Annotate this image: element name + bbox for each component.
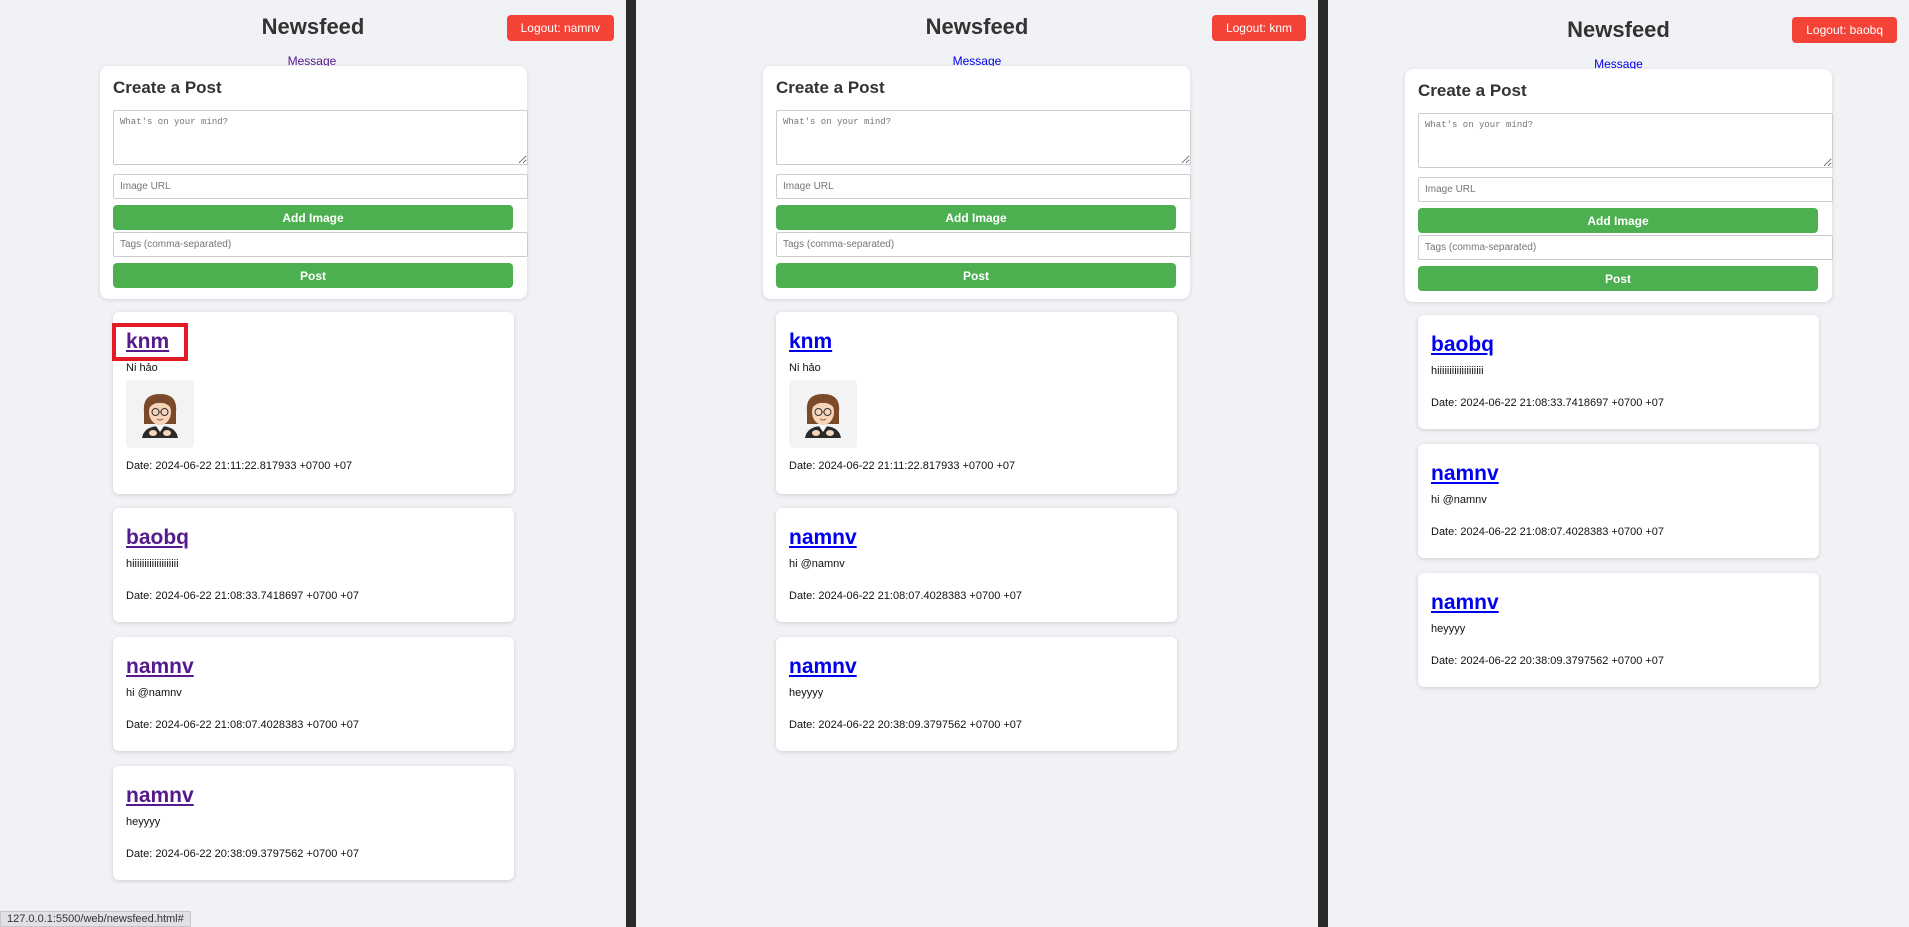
post-date: Date: 2024-06-22 21:08:07.4028383 +0700 … (789, 590, 1023, 602)
browser-pane-2: Newsfeed Logout: knm Message Create a Po… (636, 0, 1318, 927)
create-post-heading: Create a Post (776, 78, 885, 97)
post-date: Date: 2024-06-22 21:08:07.4028383 +0700 … (1431, 526, 1665, 538)
header: Newsfeed Logout: namnv (0, 0, 626, 52)
post-button[interactable]: Post (113, 263, 513, 288)
post-content: hiiiiiiiiiiiiiiiiiii (126, 558, 179, 570)
create-post-card: Create a Post Add Image Post (1405, 69, 1833, 302)
post-date: Date: 2024-06-22 21:11:22.817933 +0700 +… (789, 460, 1016, 472)
post-card: namnv heyyyy Date: 2024-06-22 20:38:09.3… (776, 637, 1177, 751)
tags-input[interactable] (1418, 235, 1833, 260)
post-content: hi @namnv (789, 558, 845, 570)
post-date: Date: 2024-06-22 20:38:09.3797562 +0700 … (1431, 655, 1665, 667)
status-bar-url: 127.0.0.1:5500/web/newsfeed.html# (0, 911, 191, 927)
avatar-illustration-icon (805, 394, 841, 438)
image-url-input[interactable] (1418, 177, 1833, 202)
pane-divider[interactable] (626, 0, 636, 927)
post-card: namnv heyyyy Date: 2024-06-22 20:38:09.3… (113, 766, 514, 880)
create-post-card: Create a Post Add Image Post (100, 66, 528, 299)
post-image (789, 380, 857, 448)
post-date: Date: 2024-06-22 20:38:09.3797562 +0700 … (126, 848, 360, 860)
browser-pane-1: Newsfeed Logout: namnv Message Create a … (0, 0, 626, 927)
post-date: Date: 2024-06-22 21:11:22.817933 +0700 +… (126, 460, 353, 472)
post-author-link[interactable]: namnv (1431, 462, 1499, 486)
post-image (126, 380, 194, 448)
post-content-input[interactable] (776, 110, 1191, 165)
post-content: heyyyy (1431, 623, 1466, 635)
post-content: hi @namnv (126, 687, 182, 699)
post-author-link[interactable]: namnv (126, 784, 194, 808)
add-image-button[interactable]: Add Image (1418, 208, 1818, 233)
post-button[interactable]: Post (776, 263, 1176, 288)
post-button[interactable]: Post (1418, 266, 1818, 291)
header: Newsfeed Logout: baobq (1328, 0, 1909, 55)
post-card: baobq hiiiiiiiiiiiiiiiiiii Date: 2024-06… (1418, 315, 1819, 429)
post-card: namnv hi @namnv Date: 2024-06-22 21:08:0… (1418, 444, 1819, 558)
selection-highlight (112, 323, 188, 361)
logout-button[interactable]: Logout: baobq (1792, 17, 1897, 43)
post-author-link[interactable]: namnv (789, 526, 857, 550)
post-date: Date: 2024-06-22 21:08:07.4028383 +0700 … (126, 719, 360, 731)
post-author-link[interactable]: baobq (126, 526, 189, 550)
post-date: Date: 2024-06-22 20:38:09.3797562 +0700 … (789, 719, 1023, 731)
post-author-link[interactable]: baobq (1431, 333, 1494, 357)
post-card: namnv heyyyy Date: 2024-06-22 20:38:09.3… (1418, 573, 1819, 687)
header: Newsfeed Logout: knm (636, 0, 1318, 52)
post-content: hiiiiiiiiiiiiiiiiiii (1431, 365, 1484, 377)
post-content-input[interactable] (1418, 113, 1833, 168)
post-date: Date: 2024-06-22 21:08:33.7418697 +0700 … (126, 590, 360, 602)
post-content: Ni hảo (789, 362, 821, 374)
post-author-link[interactable]: namnv (1431, 591, 1499, 615)
avatar-illustration-icon (142, 394, 178, 438)
browser-pane-3: Newsfeed Logout: baobq Message Create a … (1328, 0, 1909, 927)
post-card: baobq hiiiiiiiiiiiiiiiiiii Date: 2024-06… (113, 508, 514, 622)
post-author-link[interactable]: knm (789, 330, 832, 354)
post-card: namnv hi @namnv Date: 2024-06-22 21:08:0… (113, 637, 514, 751)
logout-button[interactable]: Logout: namnv (506, 15, 614, 41)
tags-input[interactable] (113, 232, 528, 257)
post-content: Ni hảo (126, 362, 158, 374)
add-image-button[interactable]: Add Image (776, 205, 1176, 230)
post-content: heyyyy (789, 687, 824, 699)
pane-divider[interactable] (1318, 0, 1328, 927)
post-content-input[interactable] (113, 110, 528, 165)
post-content: hi @namnv (1431, 494, 1487, 506)
post-date: Date: 2024-06-22 21:08:33.7418697 +0700 … (1431, 397, 1665, 409)
create-post-card: Create a Post Add Image Post (763, 66, 1191, 299)
post-author-link[interactable]: namnv (789, 655, 857, 679)
image-url-input[interactable] (776, 174, 1191, 199)
create-post-heading: Create a Post (113, 78, 222, 97)
add-image-button[interactable]: Add Image (113, 205, 513, 230)
post-card: namnv hi @namnv Date: 2024-06-22 21:08:0… (776, 508, 1177, 622)
post-card: knm Ni hảo Date: 2024-06-22 21:11:22.817… (776, 312, 1177, 494)
create-post-heading: Create a Post (1418, 81, 1527, 100)
tags-input[interactable] (776, 232, 1191, 257)
image-url-input[interactable] (113, 174, 528, 199)
logout-button[interactable]: Logout: knm (1211, 15, 1306, 41)
post-content: heyyyy (126, 816, 161, 828)
post-author-link[interactable]: namnv (126, 655, 194, 679)
